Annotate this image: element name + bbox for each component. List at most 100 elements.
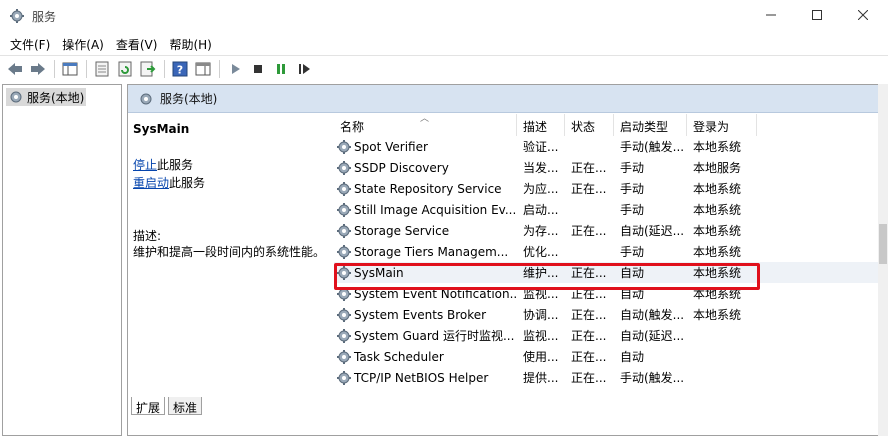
- column-header-label: 启动类型: [620, 120, 669, 134]
- start-service-button[interactable]: [224, 58, 246, 80]
- restart-service-link[interactable]: 重启动: [133, 176, 169, 190]
- pause-service-button[interactable]: [270, 58, 292, 80]
- services-pane: 服务(本地) SysMain 停止此服务 重启动此服务 描述: 维护和提高一段时…: [127, 84, 888, 436]
- forward-arrow-icon: [31, 62, 45, 75]
- column-header-status[interactable]: 状态: [565, 114, 614, 136]
- column-header-startup-type[interactable]: 启动类型: [614, 114, 687, 136]
- title-bar: 服务: [0, 0, 888, 32]
- cell-startup-type: 手动: [620, 245, 645, 259]
- pause-icon: [277, 63, 285, 74]
- back-arrow-icon: [8, 62, 22, 75]
- stop-service-suffix: 此服务: [157, 158, 194, 172]
- restart-icon: [299, 63, 310, 74]
- cell-description: 协调...: [523, 308, 559, 322]
- back-button[interactable]: [4, 58, 26, 80]
- minimize-icon: [766, 14, 776, 16]
- service-gear-icon: [337, 370, 351, 385]
- cell-startup-type: 手动: [620, 161, 645, 175]
- export-list-button[interactable]: [137, 58, 159, 80]
- play-icon: [232, 63, 240, 74]
- cell-status: 正在...: [571, 308, 607, 322]
- table-row[interactable]: State Repository Service 为应... 正在... 手动 本地系统: [334, 178, 882, 199]
- cell-description: 优化...: [523, 245, 559, 259]
- tree-item-label: 服务(本地): [27, 90, 85, 105]
- column-header-label: 状态: [571, 120, 596, 134]
- table-row[interactable]: Task Scheduler 使用... 正在... 自动: [334, 346, 882, 367]
- services-gear-icon: [140, 93, 152, 104]
- service-name-text: System Events Broker: [354, 307, 487, 322]
- service-gear-icon: [337, 349, 351, 364]
- menu-help[interactable]: 帮助(H): [163, 32, 217, 54]
- properties-button[interactable]: [91, 58, 113, 80]
- pane-header: 服务(本地): [128, 85, 887, 113]
- service-name-text: Storage Service: [354, 223, 450, 238]
- tab-extended[interactable]: 扩展: [131, 397, 166, 415]
- table-row[interactable]: TCP/IP NetBIOS Helper 提供... 正在... 手动(触发...: [334, 367, 882, 388]
- help-button[interactable]: ?: [169, 58, 191, 80]
- cell-name: Spot Verifier: [334, 139, 517, 155]
- cell-name: Storage Service: [334, 223, 517, 239]
- pane-header-title: 服务(本地): [160, 92, 218, 106]
- cell-name: TCP/IP NetBIOS Helper: [334, 370, 517, 386]
- table-row[interactable]: System Guard 运行时监视... 监视... 正在... 自动(延迟...: [334, 325, 882, 346]
- stop-icon: [254, 64, 262, 73]
- restart-service-suffix: 此服务: [169, 176, 206, 190]
- service-name-text: State Repository Service: [354, 181, 502, 196]
- cell-name: Storage Tiers Managem...: [334, 244, 517, 260]
- service-name-text: SSDP Discovery: [354, 160, 449, 175]
- service-description-panel: SysMain 停止此服务 重启动此服务 描述: 维护和提高一段时间内的系统性能…: [128, 114, 330, 394]
- cell-status: 正在...: [571, 329, 607, 343]
- table-row[interactable]: System Events Broker 协调... 正在... 自动(触发... 本地…: [334, 304, 882, 325]
- toolbar-separator: [164, 59, 165, 78]
- tree-item-services-local[interactable]: 服务(本地): [6, 88, 87, 106]
- table-row[interactable]: Still Image Acquisition Ev... 启动... 手动 本地系统: [334, 199, 882, 220]
- cell-startup-type: 自动(延迟...: [620, 329, 685, 343]
- cell-startup-type: 自动(触发...: [620, 308, 685, 322]
- export-icon: [140, 61, 156, 76]
- stop-service-button[interactable]: [247, 58, 269, 80]
- cell-logon-as: 本地服务: [693, 161, 742, 175]
- cell-logon-as: 本地系统: [693, 140, 742, 154]
- services-gear-icon: [10, 9, 24, 23]
- table-row[interactable]: SSDP Discovery 当发... 正在... 手动 本地服务: [334, 157, 882, 178]
- refresh-button[interactable]: [114, 58, 136, 80]
- cell-status: 正在...: [571, 224, 607, 238]
- service-name-text: TCP/IP NetBIOS Helper: [354, 370, 489, 385]
- cell-description: 监视...: [523, 329, 559, 343]
- show-action-pane-button[interactable]: [192, 58, 214, 80]
- minimize-button[interactable]: [748, 0, 794, 30]
- forward-button[interactable]: [27, 58, 49, 80]
- table-row[interactable]: Storage Service 为存... 正在... 自动(延迟... 本地系统: [334, 220, 882, 241]
- cell-name: Task Scheduler: [334, 349, 517, 365]
- services-gear-icon: [10, 91, 22, 103]
- cell-description: 为存...: [523, 224, 559, 238]
- cell-logon-as: 本地系统: [693, 224, 742, 238]
- stop-service-link[interactable]: 停止: [133, 158, 157, 172]
- column-header-logon-as[interactable]: 登录为: [687, 114, 757, 136]
- menu-view[interactable]: 查看(V): [110, 32, 164, 54]
- maximize-button[interactable]: [794, 0, 840, 30]
- view-tabs: 扩展 标准: [128, 397, 887, 417]
- cell-name: System Events Broker: [334, 307, 517, 323]
- cell-description: 验证...: [523, 140, 559, 154]
- cell-name: SSDP Discovery: [334, 160, 517, 176]
- cell-status: 正在...: [571, 182, 607, 196]
- table-row[interactable]: Storage Tiers Managem... 优化... 手动 本地系统: [334, 241, 882, 262]
- table-row[interactable]: Spot Verifier 验证... 手动(触发... 本地系统: [334, 136, 882, 157]
- column-header-label: 登录为: [693, 120, 730, 134]
- close-button[interactable]: [840, 0, 886, 30]
- service-name-text: Storage Tiers Managem...: [354, 244, 509, 259]
- column-header-description[interactable]: 描述: [517, 114, 565, 136]
- menu-file[interactable]: 文件(F): [4, 32, 56, 54]
- tab-standard[interactable]: 标准: [168, 397, 203, 415]
- restart-service-button[interactable]: [293, 58, 315, 80]
- menu-action[interactable]: 操作(A): [56, 32, 110, 54]
- show-hide-console-tree-button[interactable]: [59, 58, 81, 80]
- vertical-scrollbar[interactable]: [878, 84, 888, 436]
- service-gear-icon: [337, 328, 351, 343]
- cell-startup-type: 手动: [620, 182, 645, 196]
- scrollbar-thumb[interactable]: [879, 224, 887, 264]
- cell-name: Still Image Acquisition Ev...: [334, 202, 517, 218]
- column-header-name[interactable]: ︿ 名称: [334, 114, 517, 136]
- cell-logon-as: 本地系统: [693, 245, 742, 259]
